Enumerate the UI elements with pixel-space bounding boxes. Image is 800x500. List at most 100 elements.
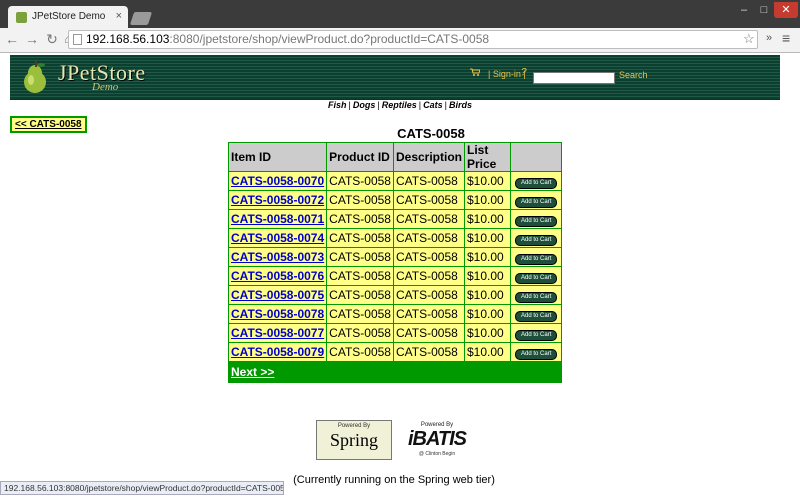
add-to-cart-button[interactable]: Add to Cart xyxy=(515,330,558,341)
col-header-product-id: Product ID xyxy=(326,142,394,172)
forward-arrow-icon[interactable]: → xyxy=(24,31,40,47)
table-row: CATS-0058-0076 CATS-0058 CATS-0058 $10.00 Ad… xyxy=(227,266,562,286)
maximize-button[interactable]: □ xyxy=(754,2,774,18)
page-icon xyxy=(73,34,82,45)
quicklink-fish[interactable]: Fish xyxy=(328,100,347,110)
category-quicklinks: Fish | Dogs | Reptiles | Cats | Birds xyxy=(0,100,800,110)
item-id-link[interactable]: CATS-0058-0076 xyxy=(227,266,328,286)
bookmark-star-icon[interactable]: ☆ xyxy=(743,31,755,47)
table-row: CATS-0058-0075 CATS-0058 CATS-0058 $10.00 Ad… xyxy=(227,285,562,305)
description-cell: CATS-0058 xyxy=(392,304,466,324)
back-arrow-icon[interactable]: ← xyxy=(4,31,20,47)
items-table: Item ID Product ID Description List Pric… xyxy=(227,142,562,383)
quicklink-birds[interactable]: Birds xyxy=(449,100,472,110)
browser-tab[interactable]: JPetStore Demo × xyxy=(8,6,128,28)
new-tab-button[interactable] xyxy=(129,12,153,25)
pear-logo-icon[interactable] xyxy=(18,59,54,95)
menu-icon[interactable]: ≡ xyxy=(782,30,790,46)
list-price-cell: $10.00 xyxy=(463,171,512,191)
quicklink-dogs[interactable]: Dogs xyxy=(353,100,376,110)
address-bar[interactable]: 192.168.56.103:8080/jpetstore/shop/viewP… xyxy=(68,30,758,49)
add-to-cart-button[interactable]: Add to Cart xyxy=(515,197,558,208)
product-id-cell: CATS-0058 xyxy=(326,171,394,191)
description-cell: CATS-0058 xyxy=(392,323,466,343)
add-to-cart-button[interactable]: Add to Cart xyxy=(515,216,558,227)
add-to-cart-cell: Add to Cart xyxy=(510,171,562,191)
description-cell: CATS-0058 xyxy=(392,190,466,210)
product-id-cell: CATS-0058 xyxy=(326,209,394,229)
list-price-cell: $10.00 xyxy=(463,247,512,267)
product-id-cell: CATS-0058 xyxy=(326,304,394,324)
ibatis-credit-text: @ Clinton Begin xyxy=(418,451,456,457)
product-id-cell: CATS-0058 xyxy=(326,190,394,210)
add-to-cart-cell: Add to Cart xyxy=(510,190,562,210)
description-cell: CATS-0058 xyxy=(392,228,466,248)
add-to-cart-cell: Add to Cart xyxy=(510,247,562,267)
description-cell: CATS-0058 xyxy=(392,285,466,305)
add-to-cart-button[interactable]: Add to Cart xyxy=(515,235,558,246)
item-id-link[interactable]: CATS-0058-0074 xyxy=(227,228,328,248)
cart-icon[interactable] xyxy=(470,68,480,76)
add-to-cart-button[interactable]: Add to Cart xyxy=(515,311,558,322)
description-cell: CATS-0058 xyxy=(392,247,466,267)
close-window-button[interactable]: ✕ xyxy=(774,2,798,18)
list-price-cell: $10.00 xyxy=(463,228,512,248)
minimize-button[interactable]: – xyxy=(734,2,754,18)
item-id-link[interactable]: CATS-0058-0077 xyxy=(227,323,328,343)
table-footer: Next >> xyxy=(228,361,562,383)
description-cell: CATS-0058 xyxy=(392,266,466,286)
search-input[interactable] xyxy=(533,72,615,84)
description-cell: CATS-0058 xyxy=(392,171,466,191)
spring-logo-text: Spring xyxy=(329,430,378,450)
table-row: CATS-0058-0070 CATS-0058 CATS-0058 $10.00 Ad… xyxy=(227,171,562,191)
reload-icon[interactable]: ↻ xyxy=(44,31,60,47)
separator: | xyxy=(418,100,422,110)
status-bar: 192.168.56.103:8080/jpetstore/shop/viewP… xyxy=(0,481,284,495)
product-id-cell: CATS-0058 xyxy=(326,266,394,286)
table-row: CATS-0058-0078 CATS-0058 CATS-0058 $10.00 Ad… xyxy=(227,304,562,324)
list-price-cell: $10.00 xyxy=(463,266,512,286)
product-id-cell: CATS-0058 xyxy=(326,285,394,305)
site-header: JPetStore Demo | Sign-in | ? Search xyxy=(10,55,780,100)
tab-close-icon[interactable]: × xyxy=(116,10,122,22)
add-to-cart-cell: Add to Cart xyxy=(510,342,562,362)
next-page-link[interactable]: Next >> xyxy=(231,365,274,379)
more-bookmarks-icon[interactable]: » xyxy=(766,32,772,44)
add-to-cart-cell: Add to Cart xyxy=(510,304,562,324)
help-link[interactable]: ? xyxy=(521,67,527,78)
item-id-link[interactable]: CATS-0058-0070 xyxy=(227,171,328,191)
tab-title: JPetStore Demo xyxy=(32,11,106,22)
favicon-icon xyxy=(16,12,27,23)
powered-by-spring-logo[interactable]: Powered By Spring xyxy=(316,420,392,460)
list-price-cell: $10.00 xyxy=(463,342,512,362)
quicklink-cats[interactable]: Cats xyxy=(423,100,443,110)
table-row: CATS-0058-0079 CATS-0058 CATS-0058 $10.00 Ad… xyxy=(227,342,562,362)
url-path: :8080/jpetstore/shop/viewProduct.do?prod… xyxy=(169,32,490,46)
add-to-cart-button[interactable]: Add to Cart xyxy=(515,273,558,284)
table-row: CATS-0058-0072 CATS-0058 CATS-0058 $10.00 Ad… xyxy=(227,190,562,210)
item-id-link[interactable]: CATS-0058-0079 xyxy=(227,342,328,362)
add-to-cart-button[interactable]: Add to Cart xyxy=(515,349,558,360)
add-to-cart-button[interactable]: Add to Cart xyxy=(515,178,558,189)
product-id-cell: CATS-0058 xyxy=(326,247,394,267)
item-id-link[interactable]: CATS-0058-0075 xyxy=(227,285,328,305)
list-price-cell: $10.00 xyxy=(463,190,512,210)
search-button[interactable]: Search xyxy=(619,70,648,80)
product-title: CATS-0058 xyxy=(397,126,465,141)
description-cell: CATS-0058 xyxy=(392,209,466,229)
item-id-link[interactable]: CATS-0058-0073 xyxy=(227,247,328,267)
add-to-cart-button[interactable]: Add to Cart xyxy=(515,292,558,303)
brand-subtitle: Demo xyxy=(92,81,119,93)
ibatis-logo-text: iBATIS xyxy=(407,428,467,450)
item-id-link[interactable]: CATS-0058-0071 xyxy=(227,209,328,229)
list-price-cell: $10.00 xyxy=(463,304,512,324)
add-to-cart-button[interactable]: Add to Cart xyxy=(515,254,558,265)
item-id-link[interactable]: CATS-0058-0072 xyxy=(227,190,328,210)
add-to-cart-cell: Add to Cart xyxy=(510,266,562,286)
table-row: CATS-0058-0073 CATS-0058 CATS-0058 $10.00 Ad… xyxy=(227,247,562,267)
quicklink-reptiles[interactable]: Reptiles xyxy=(382,100,417,110)
item-id-link[interactable]: CATS-0058-0078 xyxy=(227,304,328,324)
powered-by-ibatis-logo[interactable]: Powered By iBATIS @ Clinton Begin xyxy=(401,422,473,460)
col-header-action xyxy=(510,142,562,172)
product-id-cell: CATS-0058 xyxy=(326,228,394,248)
